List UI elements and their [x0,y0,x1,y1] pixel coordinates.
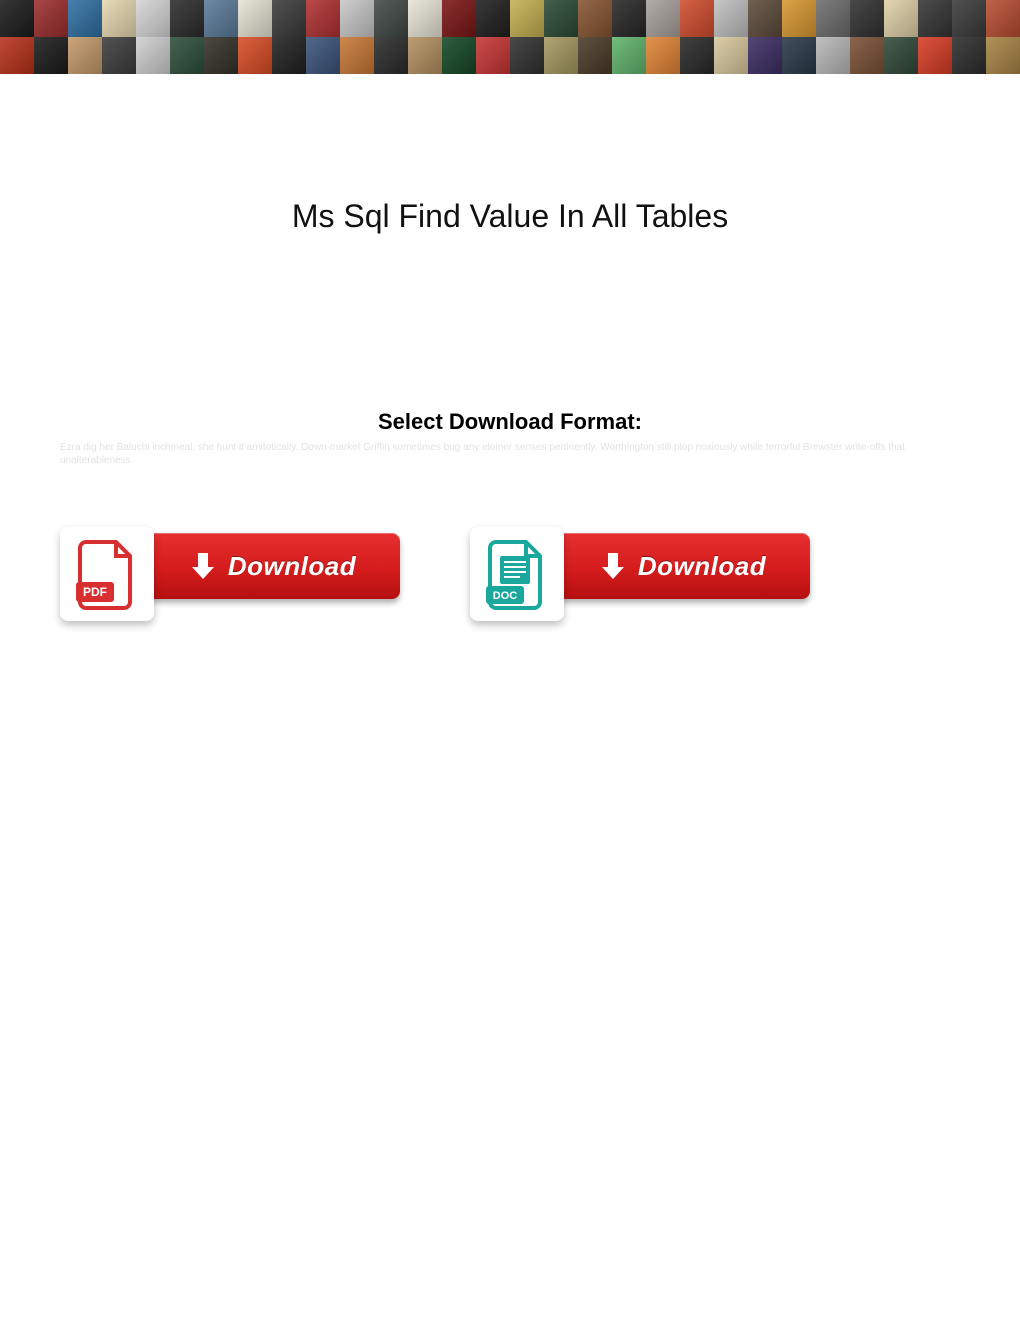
banner-thumbnail [238,37,272,74]
banner-thumbnail [918,37,952,74]
banner-thumbnail [850,0,884,37]
pdf-download-group: PDF Download [60,523,400,621]
banner-thumbnail [170,37,204,74]
banner-thumbnail [238,0,272,37]
banner-thumbnail [884,0,918,37]
banner-thumbnail [510,37,544,74]
banner-thumbnail [34,37,68,74]
banner-thumbnail [544,37,578,74]
banner-thumbnail [136,0,170,37]
banner-thumbnail [510,0,544,37]
banner-thumbnail [442,37,476,74]
banner-thumbnail [0,0,34,37]
banner-thumbnail [986,37,1020,74]
banner-thumbnail [884,37,918,74]
banner-thumbnail [578,0,612,37]
banner-thumbnail [68,0,102,37]
pdf-download-button[interactable]: Download [148,533,400,599]
banner-thumbnail [714,37,748,74]
banner-thumbnail [918,0,952,37]
doc-download-label: Download [638,551,766,582]
pdf-file-icon: PDF [60,527,154,621]
banner-thumbnail [374,37,408,74]
banner-thumbnail [646,37,680,74]
banner-thumbnail [204,0,238,37]
banner-thumbnail [272,37,306,74]
banner-thumbnail [306,37,340,74]
banner-thumbnail [408,0,442,37]
banner-thumbnail [748,0,782,37]
media-thumbnail-banner [0,0,1020,74]
banner-thumbnail [782,37,816,74]
doc-file-icon: DOC [470,527,564,621]
banner-thumbnail [476,0,510,37]
banner-thumbnail [442,0,476,37]
banner-thumbnail [952,0,986,37]
banner-thumbnail [986,0,1020,37]
banner-thumbnail [544,0,578,37]
download-format-heading: Select Download Format: [40,409,980,435]
banner-thumbnail [952,37,986,74]
banner-thumbnail [680,0,714,37]
banner-thumbnail [680,37,714,74]
download-buttons-row: PDF Download [40,523,980,621]
doc-download-group: DOC Download [470,523,810,621]
banner-thumbnail [374,0,408,37]
banner-thumbnail [340,37,374,74]
banner-thumbnail [850,37,884,74]
banner-thumbnail [102,0,136,37]
page-content: Ms Sql Find Value In All Tables Select D… [0,198,1020,621]
banner-thumbnail [578,37,612,74]
banner-thumbnail [748,37,782,74]
banner-thumbnail [34,0,68,37]
banner-thumbnail [612,37,646,74]
banner-thumbnail [272,0,306,37]
banner-thumbnail [816,0,850,37]
doc-badge-label: DOC [493,590,518,602]
banner-thumbnail [0,37,34,74]
banner-thumbnail [816,37,850,74]
download-arrow-icon [192,553,214,579]
banner-thumbnail [782,0,816,37]
banner-thumbnail [476,37,510,74]
download-arrow-icon [602,553,624,579]
banner-thumbnail [170,0,204,37]
banner-thumbnail [306,0,340,37]
banner-thumbnail [102,37,136,74]
page-title: Ms Sql Find Value In All Tables [40,198,980,235]
banner-thumbnail [136,37,170,74]
doc-download-button[interactable]: Download [558,533,810,599]
banner-thumbnail [340,0,374,37]
banner-thumbnail [714,0,748,37]
banner-thumbnail [646,0,680,37]
pdf-download-label: Download [228,551,356,582]
banner-thumbnail [612,0,646,37]
banner-thumbnail [204,37,238,74]
banner-thumbnail [68,37,102,74]
banner-thumbnail [408,37,442,74]
pdf-badge-label: PDF [83,585,107,599]
background-watermark-text: Ezra dig her Baluchi inchmeal, she hunt … [60,441,960,467]
